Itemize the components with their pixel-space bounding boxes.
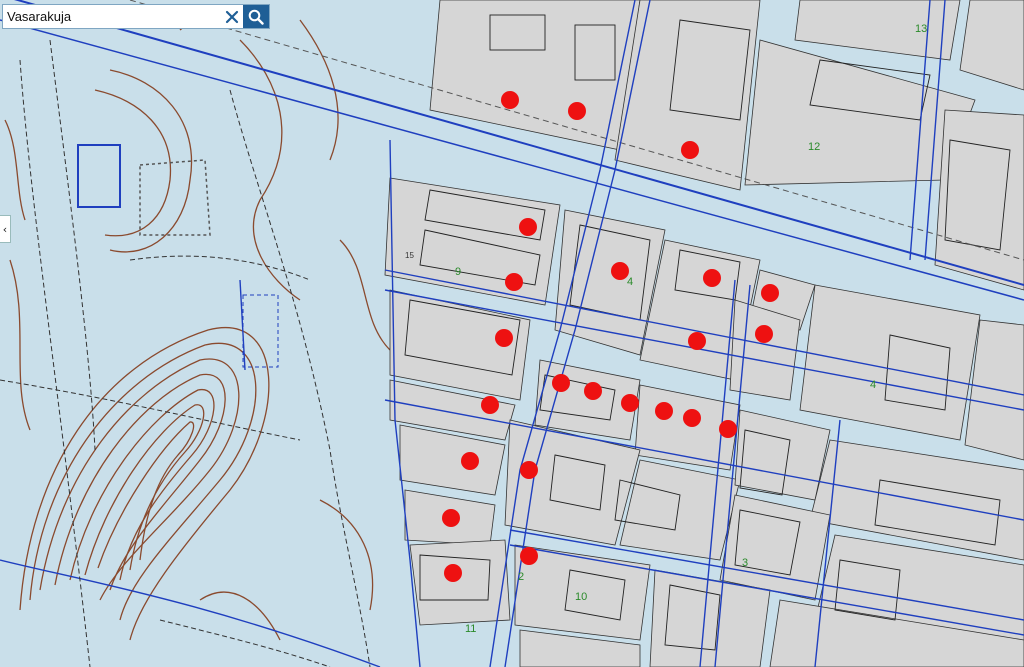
location-marker[interactable] (621, 394, 639, 412)
block-label: 4 (870, 379, 876, 391)
location-marker[interactable] (519, 218, 537, 236)
location-marker[interactable] (681, 141, 699, 159)
location-marker[interactable] (568, 102, 586, 120)
location-marker[interactable] (495, 329, 513, 347)
block-label: 11 (465, 623, 476, 635)
block-label: 9 (455, 266, 461, 278)
search-button[interactable] (243, 5, 269, 28)
block-label: 3 (742, 557, 748, 569)
block-label: 12 (808, 141, 820, 153)
location-marker[interactable] (520, 461, 538, 479)
location-marker[interactable] (688, 332, 706, 350)
location-marker[interactable] (442, 509, 460, 527)
parcel-number: 15 (405, 251, 414, 260)
clear-search-button[interactable] (221, 5, 243, 28)
block-label: 4 (627, 276, 633, 288)
location-marker[interactable] (755, 325, 773, 343)
search-bar (2, 4, 270, 29)
location-marker[interactable] (461, 452, 479, 470)
search-input[interactable] (3, 5, 221, 28)
location-marker[interactable] (505, 273, 523, 291)
location-marker[interactable] (655, 402, 673, 420)
location-marker[interactable] (444, 564, 462, 582)
block-label: 2 (518, 571, 524, 583)
chevron-left-icon: ‹ (2, 222, 8, 236)
location-marker[interactable] (683, 409, 701, 427)
location-marker[interactable] (552, 374, 570, 392)
search-icon (248, 9, 264, 25)
block-label: 13 (915, 23, 927, 35)
location-marker[interactable] (611, 262, 629, 280)
location-marker[interactable] (761, 284, 779, 302)
location-marker[interactable] (501, 91, 519, 109)
map-canvas[interactable]: 13 12 9 4 4 15 3 10 11 2 (0, 0, 1024, 667)
pond (77, 144, 121, 208)
block-label: 10 (575, 591, 587, 603)
close-icon (225, 10, 239, 23)
location-marker[interactable] (719, 420, 737, 438)
location-marker[interactable] (584, 382, 602, 400)
location-marker[interactable] (703, 269, 721, 287)
location-marker[interactable] (520, 547, 538, 565)
side-panel-toggle[interactable]: ‹ (0, 215, 11, 243)
location-marker[interactable] (481, 396, 499, 414)
